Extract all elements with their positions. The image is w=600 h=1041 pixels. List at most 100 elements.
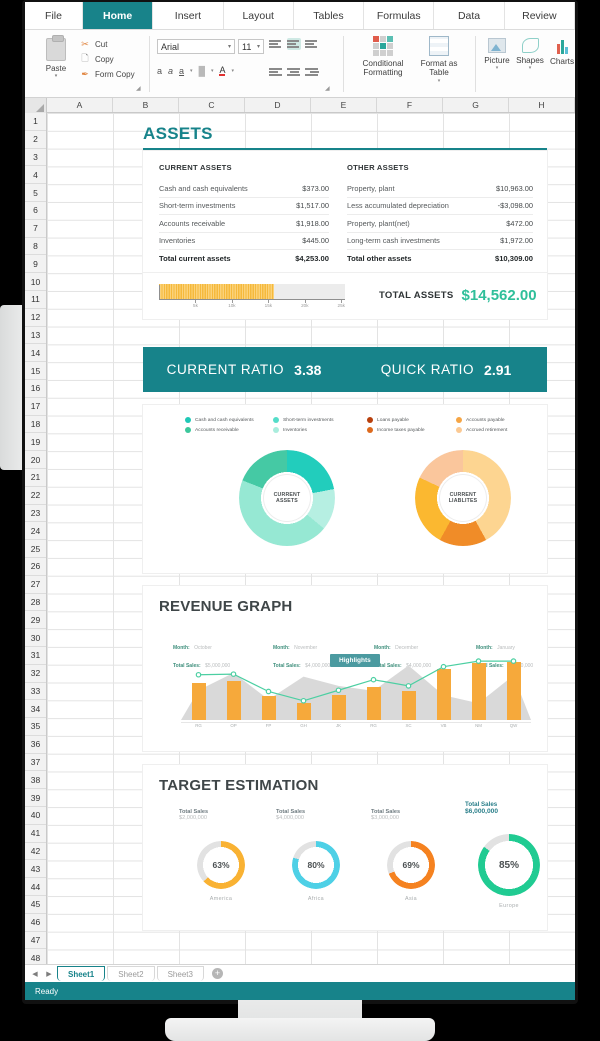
row-header-5[interactable]: 5 xyxy=(25,184,46,202)
format-as-table-caret-icon[interactable]: ▾ xyxy=(413,78,465,84)
column-header-h[interactable]: H xyxy=(509,98,575,112)
shapes-button[interactable]: Shapes ▾ xyxy=(514,38,546,71)
clipboard-dialog-launcher-icon[interactable]: ◢ xyxy=(136,85,141,92)
font-dialog-launcher-icon[interactable]: ◢ xyxy=(325,85,330,92)
highlights-pill[interactable]: Highlights xyxy=(330,654,380,667)
sheet-tab-sheet2[interactable]: Sheet2 xyxy=(107,966,155,981)
conditional-formatting-button[interactable]: Conditional Formatting xyxy=(355,36,411,78)
row-header-40[interactable]: 40 xyxy=(25,807,46,825)
ribbon-tab-review[interactable]: Review xyxy=(504,2,575,29)
row-header-33[interactable]: 33 xyxy=(25,683,46,701)
column-header-a[interactable]: A xyxy=(47,98,113,112)
column-header-c[interactable]: C xyxy=(179,98,245,112)
paste-caret-icon[interactable]: ▾ xyxy=(35,73,77,79)
font-color-caret-icon[interactable]: ▾ xyxy=(231,68,234,74)
row-header-28[interactable]: 28 xyxy=(25,594,46,612)
row-header-44[interactable]: 44 xyxy=(25,878,46,897)
row-header-25[interactable]: 25 xyxy=(25,540,46,558)
row-header-7[interactable]: 7 xyxy=(25,220,46,238)
row-header-20[interactable]: 20 xyxy=(25,451,46,469)
format-as-table-button[interactable]: Format as Table ▾ xyxy=(413,36,465,84)
row-header-8[interactable]: 8 xyxy=(25,238,46,256)
sheet-tab-sheet3[interactable]: Sheet3 xyxy=(156,966,204,981)
font-color-icon[interactable]: A xyxy=(219,65,226,77)
row-header-6[interactable]: 6 xyxy=(25,202,46,220)
row-header-11[interactable]: 11 xyxy=(25,291,46,309)
row-header-45[interactable]: 45 xyxy=(25,896,46,914)
charts-button[interactable]: Charts xyxy=(547,38,575,66)
add-sheet-button[interactable]: + xyxy=(211,968,223,979)
row-header-23[interactable]: 23 xyxy=(25,505,46,523)
row-header-47[interactable]: 47 xyxy=(25,932,46,950)
row-header-22[interactable]: 22 xyxy=(25,487,46,505)
bold-icon[interactable]: a xyxy=(157,66,162,76)
row-header-10[interactable]: 10 xyxy=(25,273,46,291)
align-right-icon[interactable] xyxy=(305,66,319,78)
row-header-21[interactable]: 21 xyxy=(25,469,46,487)
row-header-31[interactable]: 31 xyxy=(25,647,46,665)
ribbon-tab-tables[interactable]: Tables xyxy=(293,2,365,29)
ribbon-tab-layout[interactable]: Layout xyxy=(223,2,294,29)
column-header-b[interactable]: B xyxy=(113,98,179,112)
row-header-34[interactable]: 34 xyxy=(25,700,46,719)
paste-button[interactable]: Paste ▾ xyxy=(35,35,77,79)
row-header-3[interactable]: 3 xyxy=(25,149,46,167)
select-all-corner[interactable] xyxy=(25,98,47,113)
align-bottom-icon[interactable] xyxy=(305,38,319,50)
row-header-2[interactable]: 2 xyxy=(25,131,46,149)
next-sheet-icon[interactable]: ▶ xyxy=(43,968,55,980)
row-header-27[interactable]: 27 xyxy=(25,576,46,594)
row-header-41[interactable]: 41 xyxy=(25,825,46,843)
row-header-42[interactable]: 42 xyxy=(25,843,46,861)
ribbon-tab-formulas[interactable]: Formulas xyxy=(364,2,435,29)
row-header-4[interactable]: 4 xyxy=(25,166,46,185)
row-header-17[interactable]: 17 xyxy=(25,398,46,416)
picture-button[interactable]: Picture ▾ xyxy=(481,38,513,71)
row-header-19[interactable]: 19 xyxy=(25,433,46,452)
align-center-icon[interactable] xyxy=(287,66,301,78)
row-header-16[interactable]: 16 xyxy=(25,380,46,398)
fill-color-icon[interactable]: █ xyxy=(199,66,205,76)
cut-button[interactable]: ✂ Cut xyxy=(79,38,135,50)
row-header-26[interactable]: 26 xyxy=(25,558,46,576)
row-header-12[interactable]: 12 xyxy=(25,309,46,327)
row-header-15[interactable]: 15 xyxy=(25,362,46,380)
row-header-1[interactable]: 1 xyxy=(25,113,46,131)
row-header-18[interactable]: 18 xyxy=(25,416,46,434)
column-header-f[interactable]: F xyxy=(377,98,443,112)
font-size-select[interactable]: 11 ▾ xyxy=(238,39,264,54)
row-header-43[interactable]: 43 xyxy=(25,860,46,879)
row-header-38[interactable]: 38 xyxy=(25,771,46,790)
copy-button[interactable]: 🗋 Copy xyxy=(79,53,135,65)
worksheet-grid[interactable]: ASSETS CURRENT ASSETS Cash and cash equi… xyxy=(47,113,575,964)
picture-caret-icon[interactable]: ▾ xyxy=(481,65,513,71)
row-header-35[interactable]: 35 xyxy=(25,718,46,736)
column-header-d[interactable]: D xyxy=(245,98,311,112)
row-header-39[interactable]: 39 xyxy=(25,789,46,808)
format-copy-button[interactable]: ✒ Form Copy xyxy=(79,68,134,80)
row-header-37[interactable]: 37 xyxy=(25,754,46,772)
ribbon-tab-insert[interactable]: Insert xyxy=(153,2,224,29)
align-middle-icon[interactable] xyxy=(287,38,301,50)
prev-sheet-icon[interactable]: ◀ xyxy=(29,968,41,980)
align-top-icon[interactable] xyxy=(269,38,283,50)
row-header-13[interactable]: 13 xyxy=(25,327,46,345)
row-header-30[interactable]: 30 xyxy=(25,629,46,647)
row-header-29[interactable]: 29 xyxy=(25,611,46,630)
fill-color-caret-icon[interactable]: ▾ xyxy=(211,68,214,74)
underline-icon[interactable]: a xyxy=(179,66,184,76)
ribbon-tab-file[interactable]: File xyxy=(25,2,83,29)
ribbon-tab-home[interactable]: Home xyxy=(83,2,154,29)
row-header-46[interactable]: 46 xyxy=(25,914,46,932)
sheet-tab-sheet1[interactable]: Sheet1 xyxy=(57,966,106,981)
ribbon-tab-data[interactable]: Data xyxy=(434,2,505,29)
row-header-32[interactable]: 32 xyxy=(25,665,46,683)
row-header-24[interactable]: 24 xyxy=(25,522,46,541)
row-header-9[interactable]: 9 xyxy=(25,255,46,274)
italic-icon[interactable]: a xyxy=(168,66,173,76)
column-header-g[interactable]: G xyxy=(443,98,509,112)
row-header-36[interactable]: 36 xyxy=(25,736,46,754)
underline-caret-icon[interactable]: ▾ xyxy=(190,68,193,74)
shapes-caret-icon[interactable]: ▾ xyxy=(514,65,546,71)
align-left-icon[interactable] xyxy=(269,66,283,78)
